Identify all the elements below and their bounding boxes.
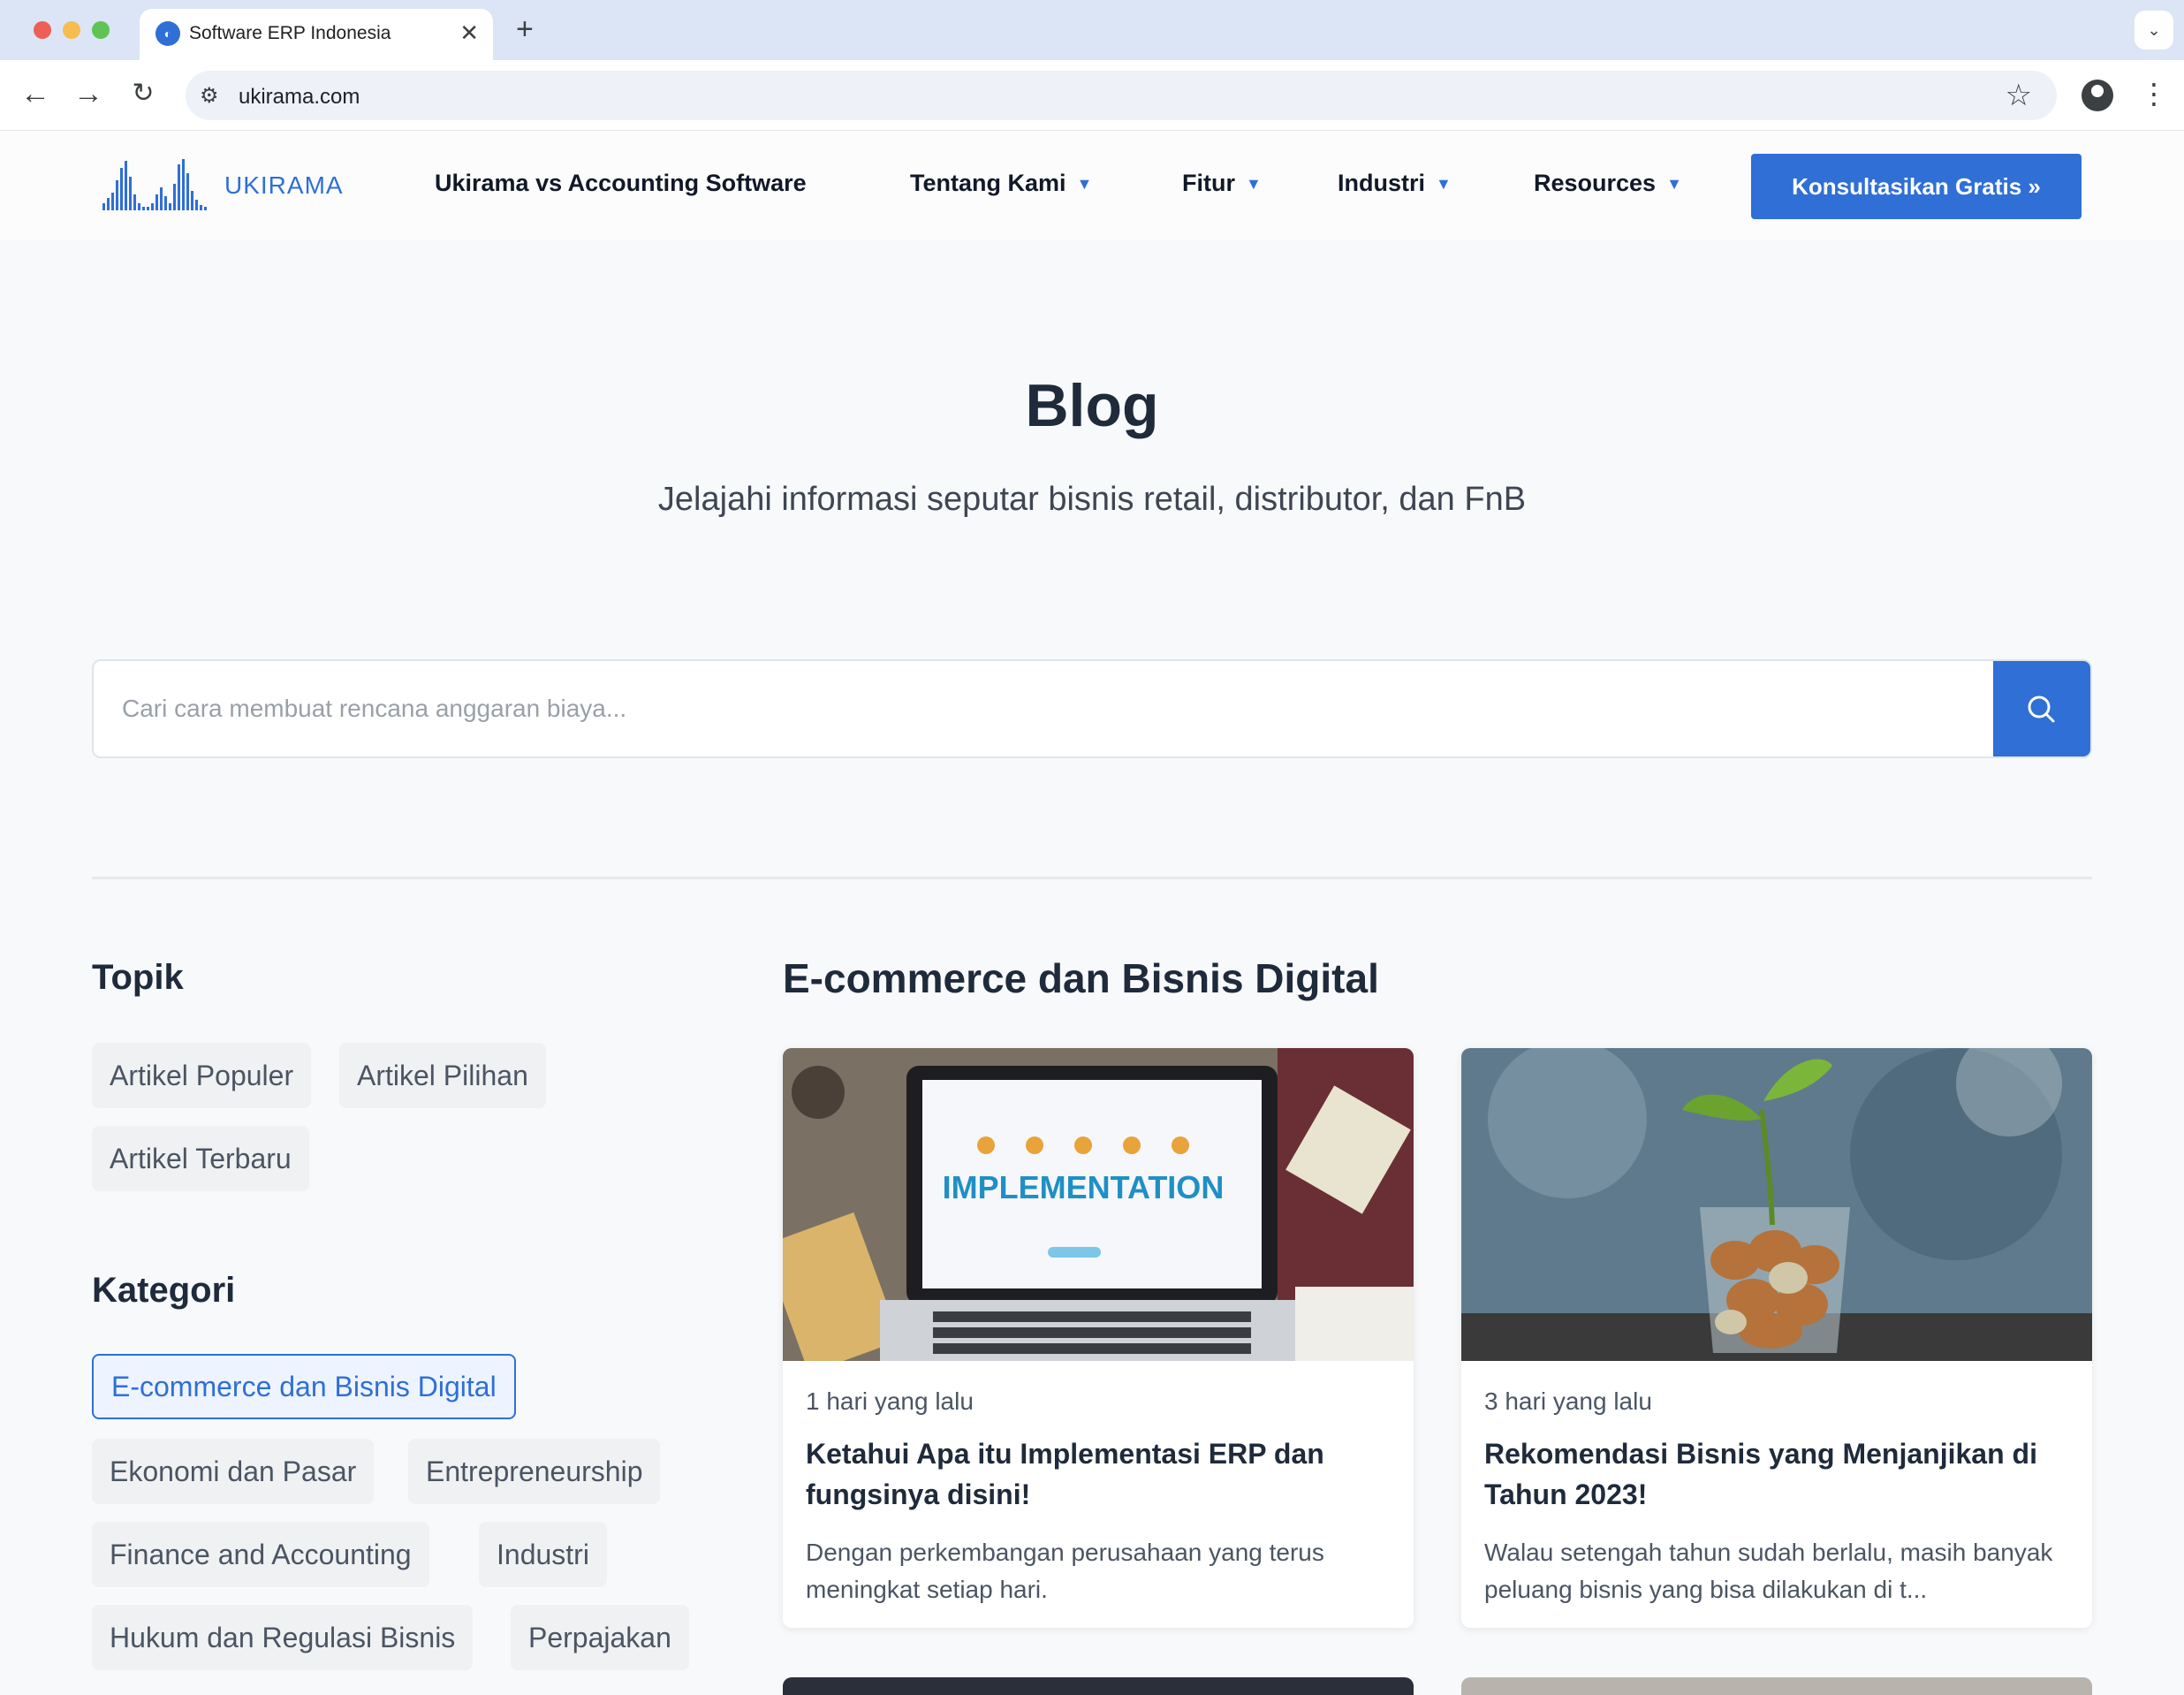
site-header: UKIRAMA Ukirama vs Accounting Software T…: [0, 131, 2184, 240]
tab-title: Software ERP Indonesia: [189, 23, 391, 43]
browser-toolbar: ← → ↻ ⚙ ukirama.com ☆ ⋮: [0, 60, 2184, 131]
window-minimize-button[interactable]: [63, 21, 80, 39]
caret-down-icon: ▼: [1436, 175, 1452, 194]
post-time: 3 hari yang lalu: [1484, 1387, 1652, 1415]
post-thumbnail-coin-jar: [1461, 1048, 2092, 1361]
search-input[interactable]: [94, 661, 1993, 756]
window-zoom-button[interactable]: [92, 21, 110, 39]
nav-label: Tentang Kami: [910, 170, 1066, 196]
nav-ukirama-vs-accounting[interactable]: Ukirama vs Accounting Software: [435, 170, 807, 197]
category-chip[interactable]: Hukum dan Regulasi Bisnis: [92, 1605, 474, 1670]
next-post-card-peek[interactable]: [783, 1677, 1414, 1695]
nav-label: Ukirama vs Accounting Software: [435, 170, 807, 196]
blog-post-card[interactable]: 3 hari yang lalu Rekomendasi Bisnis yang…: [1461, 1048, 2092, 1628]
nav-label: Fitur: [1182, 170, 1235, 196]
post-title[interactable]: Rekomendasi Bisnis yang Menjanjikan di T…: [1484, 1433, 2067, 1515]
search-button[interactable]: [1993, 661, 2090, 756]
consult-free-button[interactable]: Konsultasikan Gratis »: [1751, 154, 2082, 219]
browser-tab[interactable]: ◐ Software ERP Indonesia ✕: [140, 9, 493, 60]
nav-label: Industri: [1338, 170, 1425, 196]
nav-fitur[interactable]: Fitur ▼: [1182, 170, 1262, 197]
categories-heading: Kategori: [92, 1271, 236, 1310]
back-arrow-icon[interactable]: ←: [16, 76, 55, 111]
site-favicon-icon: ◐: [155, 21, 180, 46]
post-thumbnail-laptop: IMPLEMENTATION: [783, 1048, 1414, 1361]
logo-text: UKIRAMA: [224, 171, 344, 199]
url-text[interactable]: ukirama.com: [239, 85, 360, 110]
site-settings-icon[interactable]: ⚙: [200, 83, 219, 109]
forward-arrow-icon[interactable]: →: [69, 76, 108, 111]
category-chip[interactable]: Industri: [479, 1522, 607, 1587]
address-bar[interactable]: ⚙ ukirama.com ☆: [186, 71, 2057, 120]
browser-menu-icon[interactable]: ⋮: [2140, 76, 2168, 111]
blog-post-card[interactable]: IMPLEMENTATION 1 hari yang lalu Ketahui …: [783, 1048, 1414, 1628]
nav-label: Resources: [1534, 170, 1657, 196]
topics-heading: Topik: [92, 958, 184, 997]
logo-bars-icon: [102, 159, 207, 210]
caret-down-icon: ▼: [1666, 175, 1682, 194]
post-time: 1 hari yang lalu: [806, 1387, 974, 1415]
page-subtitle: Jelajahi informasi seputar bisnis retail…: [657, 481, 1527, 518]
page-title: Blog: [1025, 372, 1159, 439]
tab-close-icon[interactable]: ✕: [459, 19, 479, 46]
search-icon: [2028, 695, 2055, 723]
category-section-title: E-commerce dan Bisnis Digital: [783, 955, 1379, 1001]
post-excerpt: Walau setengah tahun sudah berlalu, masi…: [1484, 1539, 2053, 1603]
category-chip[interactable]: Finance and Accounting: [92, 1522, 429, 1587]
reload-icon[interactable]: ↻: [124, 76, 163, 111]
thumbnail-text: IMPLEMENTATION: [943, 1169, 1225, 1205]
category-chip[interactable]: Perpajakan: [511, 1605, 689, 1670]
topic-chip[interactable]: Artikel Terbaru: [92, 1126, 309, 1191]
topic-chip[interactable]: Artikel Pilihan: [339, 1043, 546, 1108]
section-divider: [92, 877, 2092, 879]
nav-resources[interactable]: Resources ▼: [1534, 170, 1682, 197]
new-tab-icon[interactable]: +: [516, 12, 534, 46]
blog-search: [92, 659, 2092, 758]
nav-industri[interactable]: Industri ▼: [1338, 170, 1452, 197]
category-chip-active[interactable]: E-commerce dan Bisnis Digital: [92, 1354, 516, 1419]
site-logo[interactable]: UKIRAMA: [102, 157, 350, 210]
category-chip[interactable]: Entrepreneurship: [408, 1439, 661, 1504]
post-excerpt: Dengan perkembangan perusahaan yang teru…: [806, 1539, 1324, 1603]
topic-chip[interactable]: Artikel Populer: [92, 1043, 312, 1108]
caret-down-icon: ▼: [1246, 175, 1262, 194]
nav-tentang-kami[interactable]: Tentang Kami ▼: [910, 170, 1092, 197]
bookmark-star-icon[interactable]: ☆: [2006, 78, 2032, 113]
window-close-button[interactable]: [34, 21, 51, 39]
browser-tab-bar: ◐ Software ERP Indonesia ✕ + ⌄: [0, 0, 2184, 60]
next-post-card-peek[interactable]: [1461, 1677, 2092, 1695]
profile-avatar-icon[interactable]: [2082, 80, 2113, 111]
caret-down-icon: ▼: [1076, 175, 1093, 194]
post-title[interactable]: Ketahui Apa itu Implementasi ERP dan fun…: [806, 1433, 1389, 1515]
category-chip[interactable]: Ekonomi dan Pasar: [92, 1439, 375, 1504]
tab-search-chevron-icon[interactable]: ⌄: [2135, 11, 2173, 49]
